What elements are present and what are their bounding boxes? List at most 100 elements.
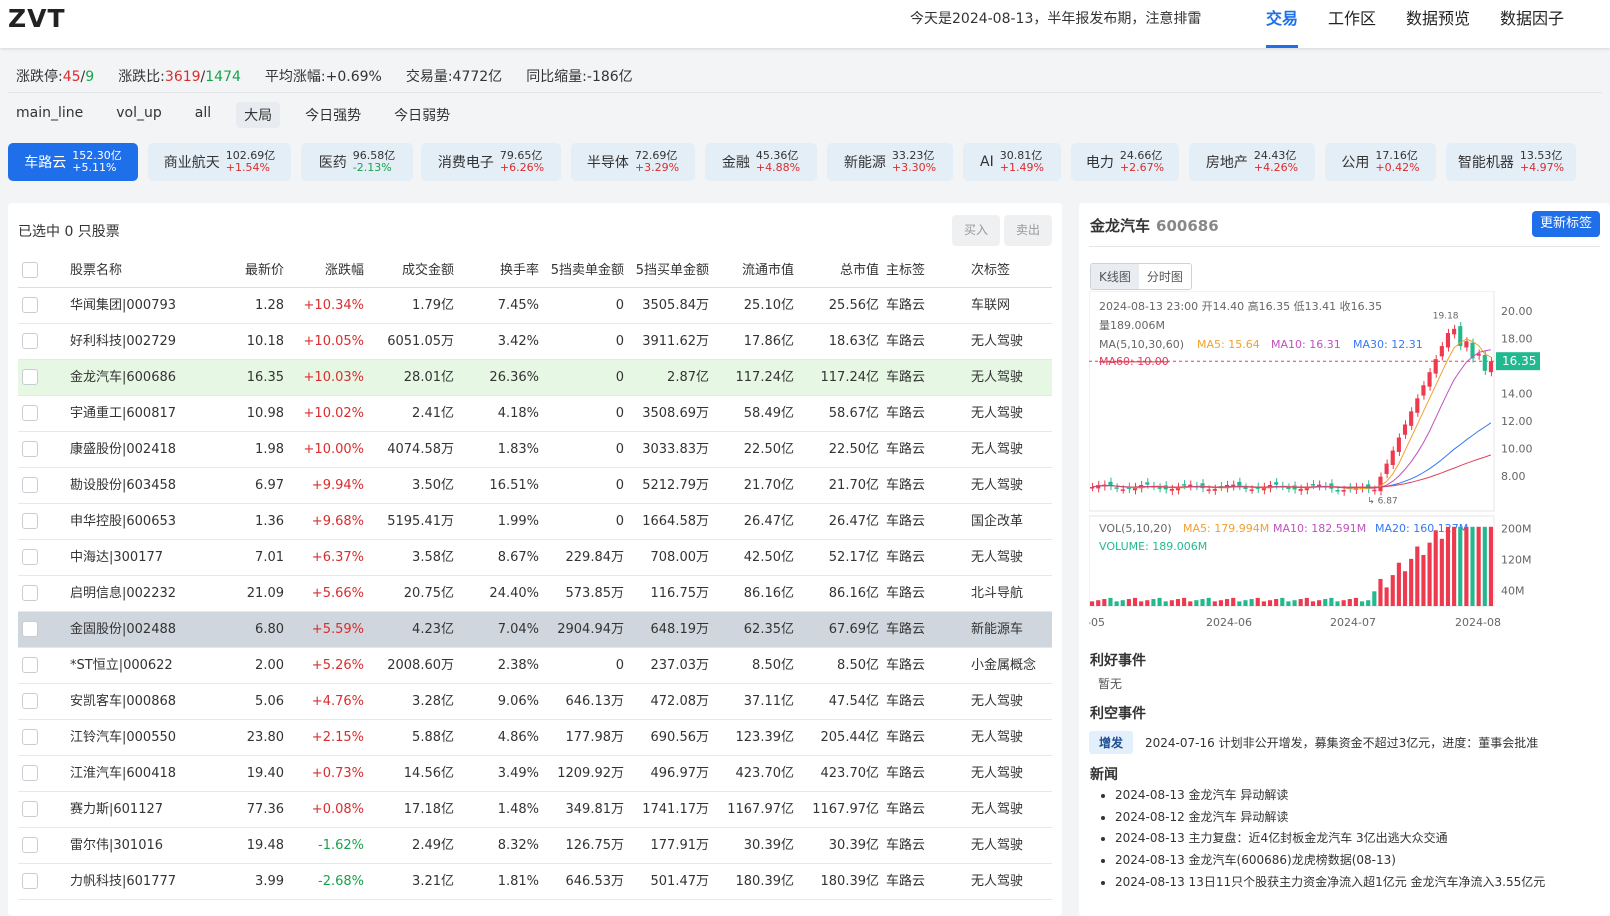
table-row[interactable]: 赛力斯|601127 77.36 +0.08% 17.18亿 1.48% 349.81万 1… [18,792,1052,828]
filter-weak[interactable]: 今日弱势 [386,102,458,128]
price-axis-label: 14.00 [1501,388,1533,401]
nav-data-preview[interactable]: 数据预览 [1406,0,1470,48]
column-header-ask5-amount[interactable]: 5挡卖单金额 [539,253,624,289]
column-header-change-pct[interactable]: 涨跌幅 [284,253,364,289]
cell-latest-price: 1.36 [255,514,284,529]
row-checkbox[interactable] [22,801,38,817]
table-row[interactable]: 中海达|300177 7.01 +6.37% 3.58亿 8.67% 229.84万 708… [18,540,1052,576]
candle-body [1421,385,1426,396]
sector-chip[interactable]: 医药 96.58亿 -2.13% [301,143,413,181]
nav-workspace[interactable]: 工作区 [1328,0,1376,48]
row-checkbox[interactable] [22,333,38,349]
cell-turnover-rate: 1.99% [497,514,539,529]
table-row[interactable]: 申华控股|600653 1.36 +9.68% 5195.41万 1.99% 0 1664.… [18,504,1052,540]
sector-chip[interactable]: AI 30.81亿 +1.49% [963,143,1061,181]
sector-chip[interactable]: 公用 17.16亿 +0.42% [1325,143,1436,181]
row-checkbox[interactable] [22,585,38,601]
row-checkbox[interactable] [22,513,38,529]
row-checkbox[interactable] [22,621,38,637]
sector-chip[interactable]: 消费电子 79.65亿 +6.26% [421,143,561,181]
news-item[interactable]: 2024-08-13 主力复盘：近4亿封板金龙汽车 3亿出逃大众交通 [1115,828,1545,850]
vol-value: VOLUME: 189.006M [1099,540,1207,553]
cell-ask5-amount: 573.85万 [565,586,625,601]
sector-chip[interactable]: 电力 24.66亿 +2.67% [1071,143,1179,181]
good-events-title: 利好事件 [1090,653,1146,669]
sector-chip[interactable]: 新能源 33.23亿 +3.30% [827,143,953,181]
row-checkbox[interactable] [22,549,38,565]
table-row[interactable]: *ST恒立|000622 2.00 +5.26% 2008.60万 2.38% 0 237.… [18,648,1052,684]
row-checkbox[interactable] [22,441,38,457]
app-logo[interactable]: ZVT [8,4,66,33]
cell-float-cap: 1167.97亿 [727,802,794,817]
row-checkbox[interactable] [22,765,38,781]
row-checkbox[interactable] [22,369,38,385]
cell-sub-tag: 新能源车 [971,622,1024,637]
row-checkbox[interactable] [22,405,38,421]
table-row[interactable]: 金固股份|002488 6.80 +5.59% 4.23亿 7.04% 2904.94万 6… [18,612,1052,648]
row-checkbox[interactable] [22,657,38,673]
row-checkbox[interactable] [22,477,38,493]
table-row[interactable]: 力帆科技|601777 3.99 -2.68% 3.21亿 1.81% 646.53万 50… [18,864,1052,900]
nav-data-factor[interactable]: 数据因子 [1500,0,1564,48]
column-header-total-cap[interactable]: 总市值 [794,253,879,289]
table-row[interactable]: 华闻集团|000793 1.28 +10.34% 1.79亿 7.45% 0 3505.84… [18,288,1052,324]
news-item[interactable]: 2024-08-13 13日11只个股获主力资金净流入超1亿元 金龙汽车净流入3… [1115,872,1545,894]
filter-main-line[interactable]: main_line [8,102,91,128]
news-item[interactable]: 2024-08-12 金龙汽车 异动解读 [1115,807,1545,829]
row-checkbox[interactable] [22,297,38,313]
row-checkbox[interactable] [22,873,38,889]
table-row[interactable]: 勘设股份|603458 6.97 +9.94% 3.50亿 16.51% 0 5212.79… [18,468,1052,504]
column-header-turnover-amount[interactable]: 成交金额 [364,253,454,289]
nav-trade[interactable]: 交易 [1266,0,1299,48]
buy-button[interactable]: 买入 [952,215,1000,246]
table-row[interactable]: 江铃汽车|000550 23.80 +2.15% 5.88亿 4.86% 177.98万 6… [18,720,1052,756]
select-all-checkbox[interactable] [22,262,38,278]
sector-chip[interactable]: 智能机器 13.53亿 +4.97% [1446,143,1576,181]
row-checkbox[interactable] [22,837,38,853]
cell-change-pct: +2.15% [311,730,364,745]
sector-chip[interactable]: 金融 45.36亿 +4.88% [705,143,817,181]
filter-all[interactable]: all [187,102,219,128]
update-tags-button[interactable]: 更新标签 [1531,211,1600,237]
column-header-float-cap[interactable]: 流通市值 [709,253,794,289]
sector-name: 电力 [1085,155,1114,171]
table-row[interactable]: 金龙汽车|600686 16.35 +10.03% 28.01亿 26.36% 0 2.87… [18,360,1052,396]
sector-chip[interactable]: 半导体 72.69亿 +3.29% [571,143,695,181]
cell-latest-price: 6.97 [255,478,284,493]
filter-vol-up[interactable]: vol_up [108,102,170,128]
column-header-sub-tag[interactable]: 次标签 [971,253,1051,289]
filter-overall[interactable]: 大局 [236,102,281,128]
sector-chips: 车路云 152.30亿 +5.11% 商业航天 102.69亿 +1.54% 医药 96.58… [8,143,1610,181]
stock-code: 600686 [1156,217,1219,235]
row-checkbox[interactable] [22,693,38,709]
cell-main-tag: 车路云 [886,766,926,781]
row-checkbox[interactable] [22,729,38,745]
column-header-main-tag[interactable]: 主标签 [886,253,946,289]
sector-chip[interactable]: 房地产 24.43亿 +4.26% [1189,143,1315,181]
filter-strong[interactable]: 今日强势 [297,102,369,128]
bad-event-item: 增发 2024-07-16 计划非公开增发，募集资金不超过3亿元，进度：董事会批… [1089,731,1538,754]
column-header-turnover-rate[interactable]: 换手率 [454,253,539,289]
kline-chart[interactable]: 20.0018.0016.0014.0012.0010.008.002024-0… [1089,291,1604,636]
cell-bid5-amount: 177.91万 [650,838,710,853]
table-row[interactable]: 康盛股份|002418 1.98 +10.00% 4074.58万 1.83% 0 3033… [18,432,1052,468]
cell-ask5-amount: 1209.92万 [557,766,624,781]
tab-intraday[interactable]: 分时图 [1138,264,1191,289]
news-item[interactable]: 2024-08-13 金龙汽车(600686)龙虎榜数据(08-13) [1115,850,1545,872]
table-row[interactable]: 雷尔伟|301016 19.48 -1.62% 2.49亿 8.32% 126.75万 17… [18,828,1052,864]
table-row[interactable]: 安凯客车|000868 5.06 +4.76% 3.28亿 9.06% 646.13万 47… [18,684,1052,720]
table-row[interactable]: 启明信息|002232 21.09 +5.66% 20.75亿 24.40% 573.85… [18,576,1052,612]
sell-button[interactable]: 卖出 [1004,215,1052,246]
sector-chip[interactable]: 商业航天 102.69亿 +1.54% [148,143,291,181]
column-header-bid5-amount[interactable]: 5挡买单金额 [624,253,709,289]
tab-kline[interactable]: K线图 [1091,264,1139,289]
table-row[interactable]: 江淮汽车|600418 19.40 +0.73% 14.56亿 3.49% 1209.92… [18,756,1052,792]
table-row[interactable]: 宇通重工|600817 10.98 +10.02% 2.41亿 4.18% 0 3508.6… [18,396,1052,432]
volume-bar [1145,600,1150,606]
sector-chip[interactable]: 车路云 152.30亿 +5.11% [8,143,138,181]
column-header-latest-price[interactable]: 最新价 [178,253,284,289]
sector-change: +0.42% [1375,161,1420,174]
column-header-stock-name[interactable]: 股票名称 [70,253,190,289]
news-item[interactable]: 2024-08-13 金龙汽车 异动解读 [1115,785,1545,807]
table-row[interactable]: 好利科技|002729 10.18 +10.05% 6051.05万 3.42% 0 391… [18,324,1052,360]
